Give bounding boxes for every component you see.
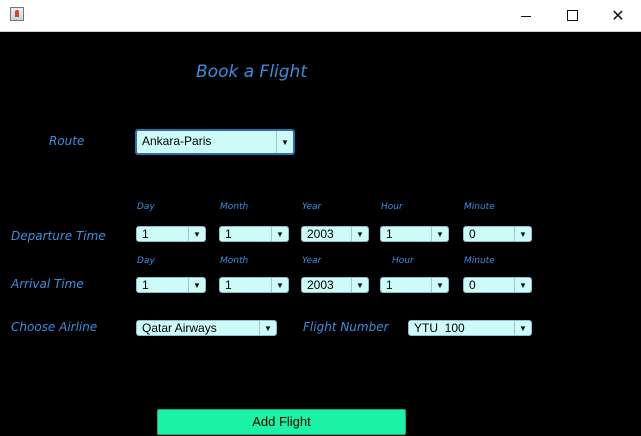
choose-airline-label: Choose Airline (11, 320, 98, 334)
airline-value: Qatar Airways (142, 321, 217, 335)
minimize-button[interactable] (503, 0, 549, 31)
minimize-icon (521, 16, 531, 17)
chevron-down-icon: ▼ (351, 278, 368, 292)
arrival-hour-select[interactable]: 1 ▼ (380, 277, 449, 293)
arrival-year-header: Year (302, 256, 322, 266)
arrival-minute-header: Minute (464, 256, 495, 266)
departure-day-header: Day (137, 202, 155, 212)
arrival-month-header: Month (220, 256, 249, 266)
close-button[interactable]: ✕ (595, 0, 641, 31)
arrival-day-select[interactable]: 1 ▼ (136, 277, 206, 293)
java-cup-icon (10, 7, 24, 21)
departure-month-value: 1 (225, 227, 232, 241)
route-value: Ankara-Paris (142, 134, 212, 148)
arrival-year-select[interactable]: 2003 ▼ (301, 277, 369, 293)
arrival-month-value: 1 (225, 278, 232, 292)
chevron-down-icon: ▼ (271, 227, 288, 241)
arrival-year-value: 2003 (307, 278, 334, 292)
chevron-down-icon: ▼ (271, 278, 288, 292)
departure-year-header: Year (302, 202, 322, 212)
maximize-button[interactable] (549, 0, 595, 31)
route-label: Route (49, 134, 85, 148)
departure-month-header: Month (220, 202, 249, 212)
arrival-day-header: Day (137, 256, 155, 266)
maximize-icon (566, 10, 578, 21)
chevron-down-icon: ▼ (431, 227, 448, 241)
departure-hour-header: Hour (381, 202, 403, 212)
arrival-minute-select[interactable]: 0 ▼ (463, 277, 532, 293)
window-titlebar: ✕ (0, 0, 641, 32)
chevron-down-icon: ▼ (188, 227, 205, 241)
chevron-down-icon: ▼ (188, 278, 205, 292)
chevron-down-icon: ▼ (514, 278, 531, 292)
chevron-down-icon: ▼ (514, 321, 531, 335)
chevron-down-icon: ▼ (351, 227, 368, 241)
arrival-hour-header: Hour (392, 256, 414, 266)
departure-year-select[interactable]: 2003 ▼ (301, 226, 369, 242)
arrival-hour-value: 1 (386, 278, 393, 292)
departure-minute-header: Minute (464, 202, 495, 212)
departure-year-value: 2003 (307, 227, 334, 241)
chevron-down-icon: ▼ (514, 227, 531, 241)
page-title: Book a Flight (196, 62, 307, 82)
departure-day-select[interactable]: 1 ▼ (136, 226, 206, 242)
arrival-time-label: Arrival Time (11, 277, 84, 291)
departure-minute-value: 0 (469, 227, 476, 241)
add-flight-button[interactable]: Add Flight (157, 409, 406, 435)
arrival-month-select[interactable]: 1 ▼ (219, 277, 289, 293)
flight-number-value: YTU 100 (414, 321, 465, 335)
route-select[interactable]: Ankara-Paris ▼ (135, 129, 295, 155)
departure-day-value: 1 (142, 227, 149, 241)
departure-hour-value: 1 (386, 227, 393, 241)
flight-number-label: Flight Number (303, 320, 389, 334)
departure-minute-select[interactable]: 0 ▼ (463, 226, 532, 242)
chevron-down-icon: ▼ (276, 131, 293, 153)
flight-number-select[interactable]: YTU 100 ▼ (408, 320, 532, 336)
chevron-down-icon: ▼ (431, 278, 448, 292)
arrival-minute-value: 0 (469, 278, 476, 292)
departure-time-label: Departure Time (11, 229, 106, 243)
departure-month-select[interactable]: 1 ▼ (219, 226, 289, 242)
close-icon: ✕ (611, 6, 625, 25)
chevron-down-icon: ▼ (259, 321, 276, 335)
airline-select[interactable]: Qatar Airways ▼ (136, 320, 277, 336)
arrival-day-value: 1 (142, 278, 149, 292)
departure-hour-select[interactable]: 1 ▼ (380, 226, 449, 242)
